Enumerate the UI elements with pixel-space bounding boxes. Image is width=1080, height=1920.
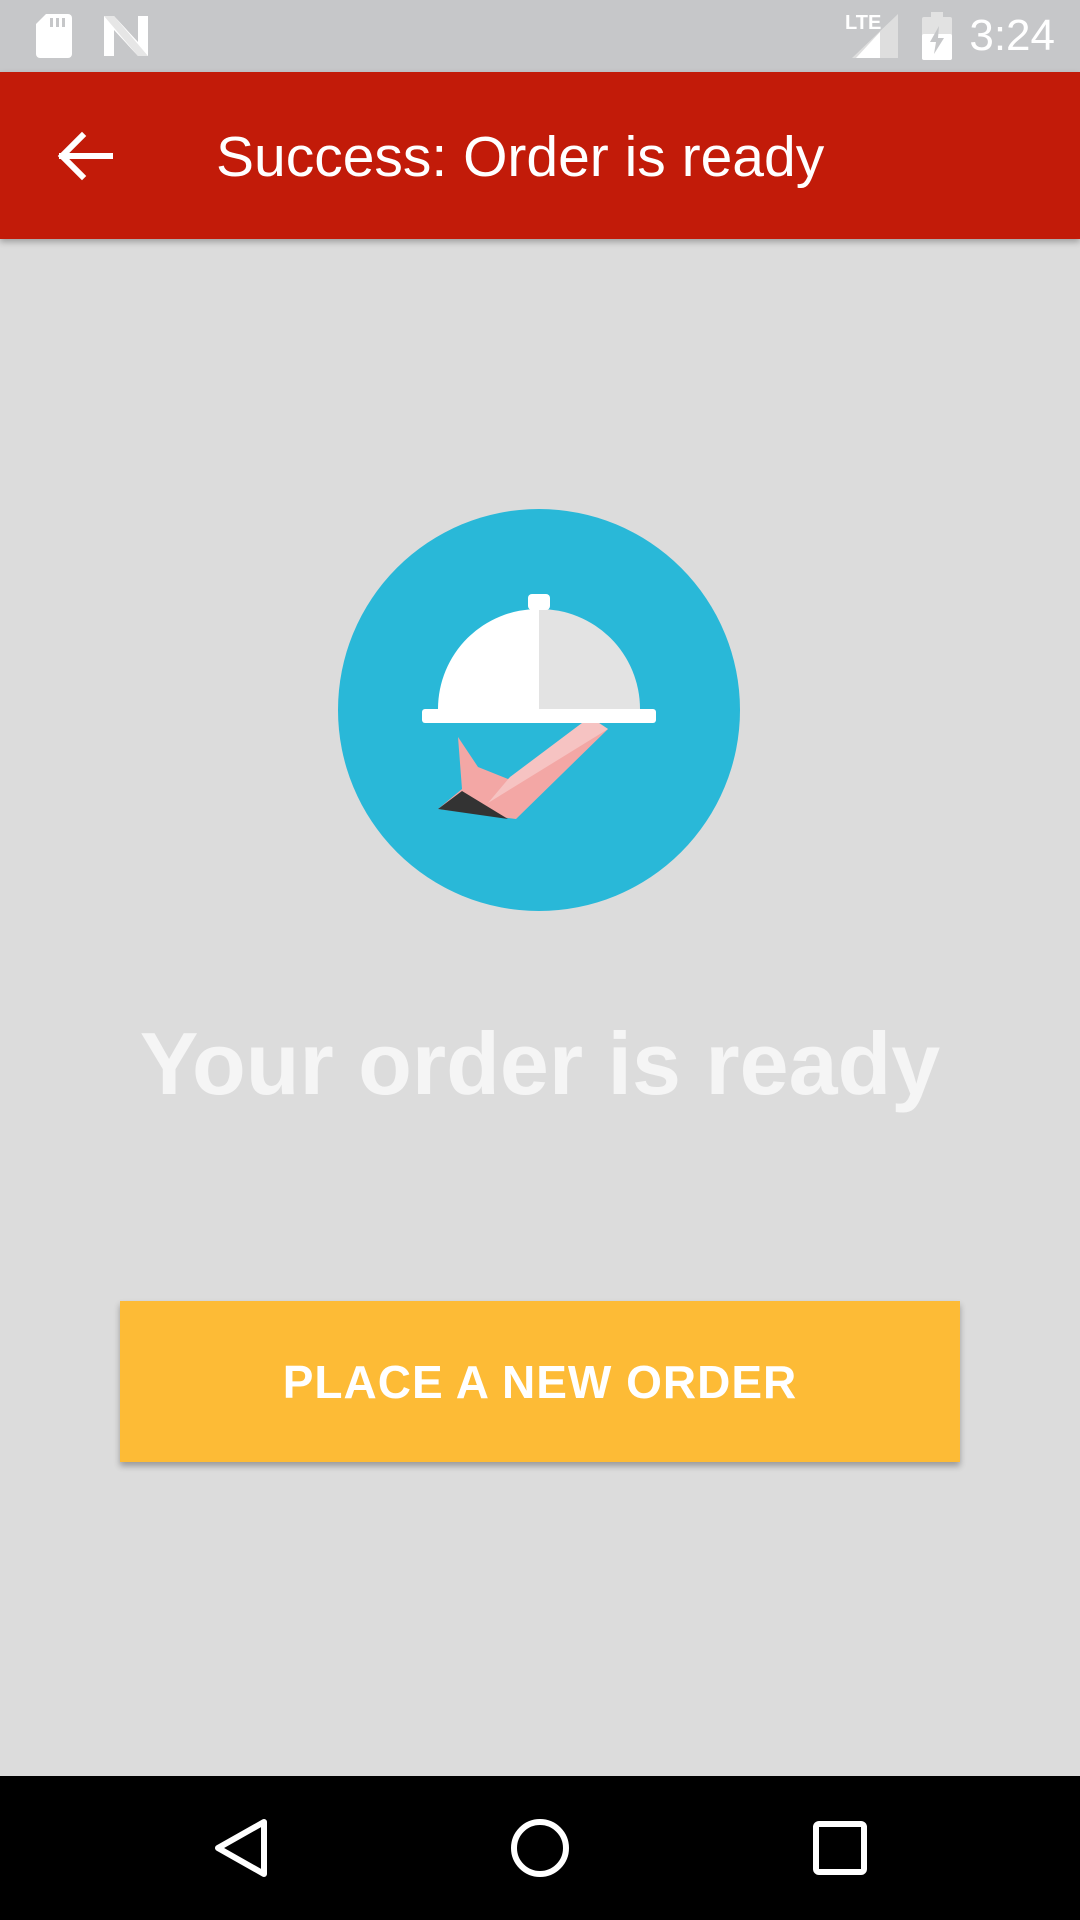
page-title: Success: Order is ready bbox=[216, 125, 825, 189]
lte-signal-icon bbox=[852, 14, 898, 58]
serving-cloche-hand-icon bbox=[338, 509, 740, 911]
n-logo-icon bbox=[104, 16, 148, 56]
battery-charging-icon bbox=[922, 12, 952, 60]
navigation-bar bbox=[0, 1776, 1080, 1920]
status-time: 3:24 bbox=[969, 11, 1055, 60]
main-content bbox=[0, 239, 1080, 1775]
sd-card-icon bbox=[36, 14, 72, 58]
arrow-left-icon bbox=[57, 131, 113, 181]
back-button[interactable] bbox=[40, 112, 128, 200]
place-new-order-label: PLACE A NEW ORDER bbox=[282, 1355, 798, 1408]
order-ready-headline: Your order is ready bbox=[139, 1014, 941, 1113]
nav-home-icon[interactable] bbox=[492, 1800, 588, 1896]
app-bar: Success: Order is ready bbox=[0, 72, 1080, 239]
nav-back-icon[interactable] bbox=[194, 1800, 290, 1896]
status-bar: LTE 3:24 bbox=[0, 0, 1080, 72]
place-new-order-button[interactable]: PLACE A NEW ORDER bbox=[120, 1301, 960, 1462]
nav-recents-icon[interactable] bbox=[792, 1800, 888, 1896]
